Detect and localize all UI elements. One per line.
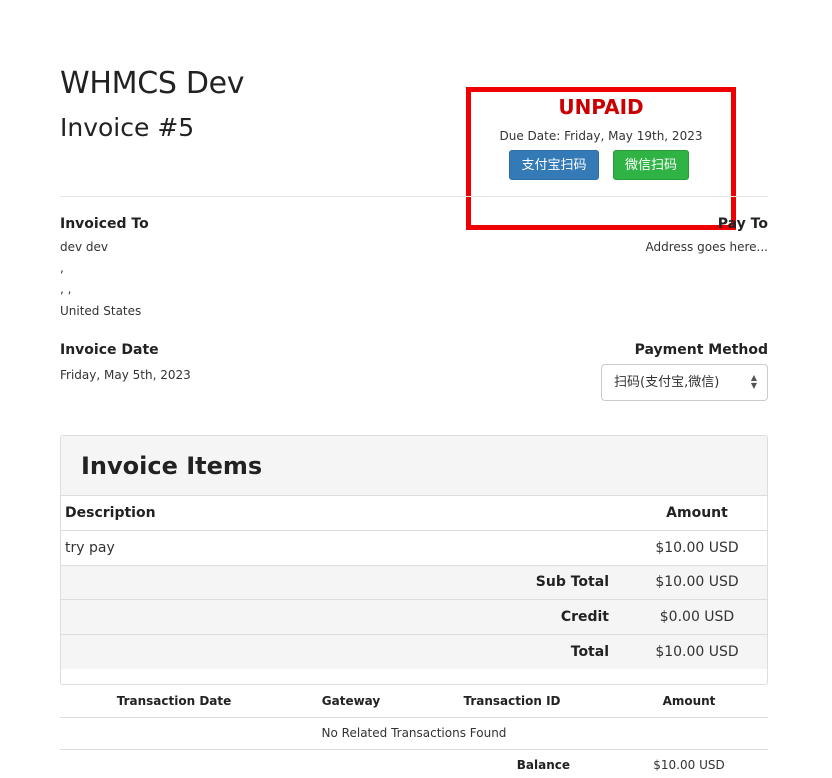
pay-to-address: Address goes here...	[645, 240, 769, 254]
total-row: Total $10.00 USD	[61, 633, 767, 669]
gateway-header: Gateway	[288, 685, 414, 718]
payment-method-label: Payment Method	[634, 342, 768, 358]
invoiced-to-address: dev dev , , , United States	[60, 237, 141, 322]
balance-amount: $10.00 USD	[653, 758, 725, 773]
panel-heading: Invoice Items	[61, 436, 767, 496]
status-highlight-box: UNPAID Due Date: Friday, May 19th, 2023 …	[466, 87, 736, 230]
panel-title: Invoice Items	[81, 452, 263, 480]
due-date: Due Date: Friday, May 19th, 2023	[499, 129, 703, 143]
table-header-row: Description Amount	[61, 496, 767, 531]
table-row: try pay $10.00 USD	[61, 530, 767, 565]
divider	[60, 196, 768, 197]
invoice-items-panel: Invoice Items Description Amount try pay…	[60, 435, 768, 685]
status-label: UNPAID	[558, 95, 644, 119]
amount-header: Amount	[666, 505, 728, 521]
address-line: , ,	[60, 282, 72, 296]
item-amount: $10.00 USD	[627, 530, 767, 565]
credit-row: Credit $0.00 USD	[61, 599, 767, 634]
subtotal-amount: $10.00 USD	[627, 564, 767, 600]
invoice-date-value: Friday, May 5th, 2023	[60, 368, 191, 382]
address-line: United States	[60, 304, 142, 318]
invoice-items-table: Description Amount try pay $10.00 USD Su…	[61, 496, 767, 669]
subtotal-row: Sub Total $10.00 USD	[61, 564, 767, 600]
transaction-date-header: Transaction Date	[60, 685, 288, 718]
credit-label: Credit	[61, 599, 627, 634]
invoiced-to-label: Invoiced To	[60, 216, 149, 232]
balance-spacer	[60, 749, 414, 778]
invoice-number: Invoice #5	[60, 113, 195, 142]
company-name: WHMCS Dev	[60, 66, 245, 101]
address-line: dev dev	[60, 240, 109, 254]
alipay-button[interactable]: 支付宝扫码	[509, 150, 599, 180]
balance-row: Balance $10.00 USD	[60, 749, 768, 778]
empty-row: No Related Transactions Found	[60, 717, 768, 750]
payment-method-select[interactable]: 扫码(支付宝,微信) ▲ ▼	[601, 364, 768, 401]
select-caret-icon: ▲ ▼	[750, 373, 757, 390]
total-amount: $10.00 USD	[627, 633, 767, 669]
wechat-button[interactable]: 微信扫码	[613, 150, 689, 180]
subtotal-label: Sub Total	[61, 564, 627, 600]
item-description: try pay	[61, 530, 627, 565]
transactions-header-row: Transaction Date Gateway Transaction ID …	[60, 685, 768, 718]
credit-amount: $0.00 USD	[627, 599, 767, 634]
description-header: Description	[65, 505, 156, 521]
transaction-id-header: Transaction ID	[414, 685, 610, 718]
empty-message: No Related Transactions Found	[60, 717, 768, 750]
transactions-table: Transaction Date Gateway Transaction ID …	[60, 685, 768, 778]
payment-method-value: 扫码(支付宝,微信)	[614, 375, 720, 390]
address-line: ,	[60, 261, 64, 275]
balance-label: Balance	[516, 758, 570, 773]
pay-to-label: Pay To	[717, 216, 768, 232]
total-label: Total	[61, 633, 627, 669]
transaction-amount-header: Amount	[610, 685, 768, 718]
invoice-date-label: Invoice Date	[60, 342, 159, 358]
